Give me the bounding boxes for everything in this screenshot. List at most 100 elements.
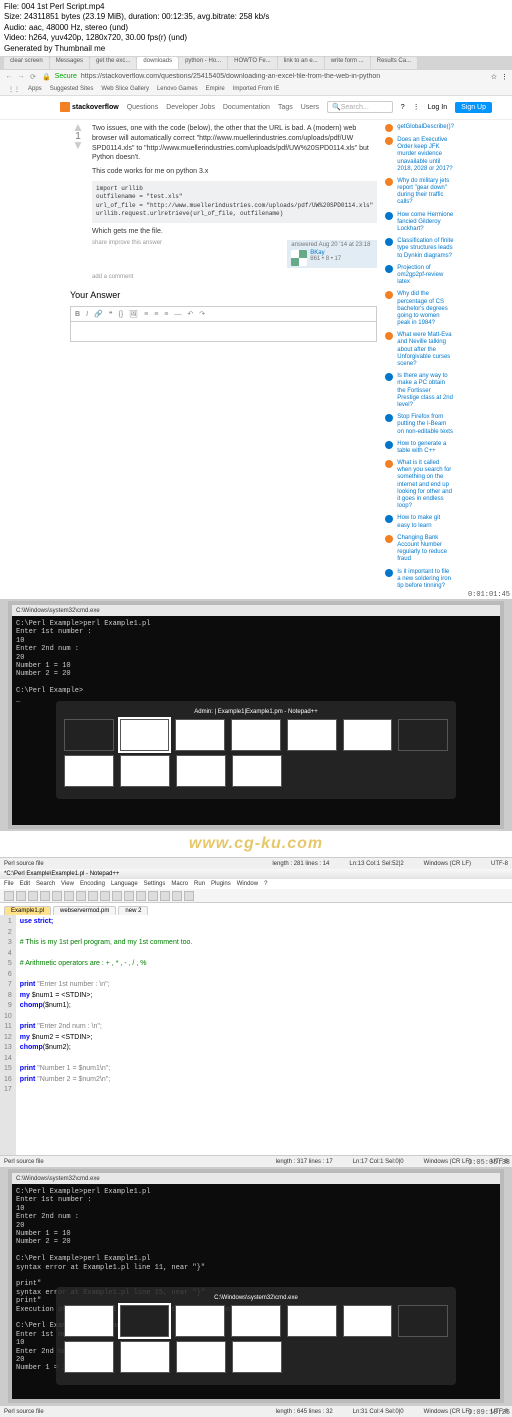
bookmark[interactable]: Web Slice Gallery bbox=[101, 86, 149, 92]
window-thumb[interactable] bbox=[287, 1305, 337, 1337]
undo-icon[interactable] bbox=[112, 891, 122, 901]
numlist-icon[interactable]: ≡ bbox=[154, 311, 158, 318]
redo-icon[interactable]: ↷ bbox=[199, 310, 205, 318]
menu-encoding[interactable]: Encoding bbox=[80, 881, 105, 887]
window-thumb[interactable] bbox=[64, 1341, 114, 1373]
code-icon[interactable]: {} bbox=[119, 311, 124, 318]
apps-icon[interactable]: ⋮⋮ bbox=[8, 86, 20, 93]
sidebar-link[interactable]: Projection of om2gp2pf-review latex bbox=[397, 265, 454, 287]
so-logo[interactable]: stackoverflow bbox=[60, 102, 119, 112]
new-icon[interactable] bbox=[4, 891, 14, 901]
sidebar-link[interactable]: Changing Bank Account Number regularly t… bbox=[397, 535, 454, 564]
bookmark[interactable]: Apps bbox=[28, 86, 42, 92]
tab-active[interactable]: downloads bbox=[137, 57, 178, 69]
signup-button[interactable]: Sign Up bbox=[455, 102, 492, 113]
hr-icon[interactable]: — bbox=[174, 311, 181, 318]
find-icon[interactable] bbox=[136, 891, 146, 901]
sidebar-link[interactable]: Classification of finite type structures… bbox=[397, 238, 454, 260]
cut-icon[interactable] bbox=[76, 891, 86, 901]
nav-jobs[interactable]: Developer Jobs bbox=[166, 104, 215, 111]
tab[interactable]: Results Ca... bbox=[371, 57, 417, 69]
bookmark[interactable]: Empire bbox=[206, 86, 225, 92]
image-icon[interactable]: 🖼 bbox=[129, 310, 138, 318]
inbox-icon[interactable]: ? bbox=[401, 104, 405, 111]
sidebar-link[interactable]: How to make git easy to learn bbox=[397, 515, 454, 529]
window-thumb[interactable] bbox=[64, 1305, 114, 1337]
menu-run[interactable]: Run bbox=[194, 881, 205, 887]
window-thumb[interactable] bbox=[232, 1341, 282, 1373]
forward-icon[interactable]: → bbox=[16, 73, 26, 81]
search-input[interactable]: 🔍 Search... bbox=[327, 101, 393, 113]
zoom-icon[interactable] bbox=[160, 891, 170, 901]
menu-help[interactable]: ? bbox=[264, 881, 267, 887]
tab[interactable]: python - Ho... bbox=[179, 57, 227, 69]
menu-language[interactable]: Language bbox=[111, 881, 138, 887]
window-thumb[interactable] bbox=[343, 719, 393, 751]
file-tab-active[interactable]: Example1.pl bbox=[4, 906, 51, 915]
print-icon[interactable] bbox=[64, 891, 74, 901]
sidebar-link[interactable]: Why did the percentage of CS bachelor's … bbox=[397, 291, 454, 327]
back-icon[interactable]: ← bbox=[4, 73, 14, 81]
bold-icon[interactable]: B bbox=[75, 311, 80, 318]
menu-edit[interactable]: Edit bbox=[20, 881, 30, 887]
tab[interactable]: HOWTO Fe... bbox=[228, 57, 277, 69]
window-thumb[interactable] bbox=[231, 719, 281, 751]
sidebar-link[interactable]: Does an Executive Order keep JFK murder … bbox=[397, 137, 454, 173]
bookmark[interactable]: Lenovo Games bbox=[157, 86, 198, 92]
sidebar-link[interactable]: Is it important to file a new soldering … bbox=[397, 569, 454, 591]
nav-docs[interactable]: Documentation bbox=[223, 104, 270, 111]
sidebar-link[interactable]: Is there any way to make a PC obtain the… bbox=[397, 373, 454, 409]
window-thumb[interactable] bbox=[176, 755, 226, 787]
window-thumb-selected[interactable] bbox=[120, 719, 170, 751]
sidebar-link[interactable]: What is it called when you search for so… bbox=[397, 460, 454, 510]
file-tab[interactable]: webservermod.pm bbox=[53, 906, 116, 915]
sidebar-link[interactable]: getGlobalDescribe()? bbox=[397, 124, 454, 132]
menu-macro[interactable]: Macro bbox=[171, 881, 188, 887]
sidebar-link[interactable]: Stop Firefox from putting the I-Beam on … bbox=[397, 414, 454, 436]
window-thumb[interactable] bbox=[232, 755, 282, 787]
alt-tab-switcher[interactable]: C:\Windows\system32\cmd.exe bbox=[56, 1287, 456, 1385]
sidebar-link[interactable]: How to generate a table with C++ bbox=[397, 441, 454, 455]
window-thumb-selected[interactable] bbox=[120, 1305, 170, 1337]
sidebar-link[interactable]: Why do military jets report "gear down" … bbox=[397, 178, 454, 207]
nav-questions[interactable]: Questions bbox=[127, 104, 159, 111]
menu-settings[interactable]: Settings bbox=[144, 881, 166, 887]
paste-icon[interactable] bbox=[100, 891, 110, 901]
alt-tab-switcher[interactable]: Admin: | Example1|Example1.pm - Notepad+… bbox=[56, 701, 456, 799]
open-icon[interactable] bbox=[16, 891, 26, 901]
add-comment[interactable]: add a comment bbox=[92, 274, 377, 280]
sidebar-link[interactable]: How come Hermione fancied Gilderoy Lockh… bbox=[397, 212, 454, 234]
record-icon[interactable] bbox=[184, 891, 194, 901]
window-thumb[interactable] bbox=[343, 1305, 393, 1337]
nav-tags[interactable]: Tags bbox=[278, 104, 293, 111]
code-area[interactable]: use strict; # This is my 1st perl progra… bbox=[16, 915, 512, 1155]
tab[interactable]: clear screen bbox=[4, 57, 49, 69]
window-thumb[interactable] bbox=[398, 1305, 448, 1337]
window-thumb[interactable] bbox=[231, 1305, 281, 1337]
window-thumb[interactable] bbox=[64, 755, 114, 787]
avatar[interactable] bbox=[291, 250, 307, 266]
tab[interactable]: write form ... bbox=[325, 57, 370, 69]
heading-icon[interactable]: ≡ bbox=[164, 311, 168, 318]
window-thumb[interactable] bbox=[287, 719, 337, 751]
menu-icon[interactable]: ⋮ bbox=[501, 73, 508, 81]
sidebar-link[interactable]: What were Matt-Eva and Neville talking a… bbox=[397, 332, 454, 368]
redo-icon[interactable] bbox=[124, 891, 134, 901]
npp-editor[interactable]: 1234567891011121314151617 use strict; # … bbox=[0, 915, 512, 1155]
share-link[interactable]: share improve this answer bbox=[92, 240, 162, 268]
menu-view[interactable]: View bbox=[61, 881, 74, 887]
window-thumb[interactable] bbox=[176, 1341, 226, 1373]
window-thumb[interactable] bbox=[64, 719, 114, 751]
menu-file[interactable]: File bbox=[4, 881, 14, 887]
save-icon[interactable] bbox=[28, 891, 38, 901]
window-thumb[interactable] bbox=[398, 719, 448, 751]
tab[interactable]: Messages bbox=[50, 57, 89, 69]
bookmark[interactable]: Imported From IE bbox=[233, 86, 280, 92]
help-icon[interactable]: ⋮ bbox=[413, 103, 420, 111]
tab[interactable]: get the exc... bbox=[90, 57, 136, 69]
reload-icon[interactable]: ⟳ bbox=[28, 73, 38, 81]
window-thumb[interactable] bbox=[120, 1341, 170, 1373]
wrap-icon[interactable] bbox=[172, 891, 182, 901]
upvote-icon[interactable]: ▲ bbox=[72, 124, 84, 131]
close-icon[interactable] bbox=[52, 891, 62, 901]
